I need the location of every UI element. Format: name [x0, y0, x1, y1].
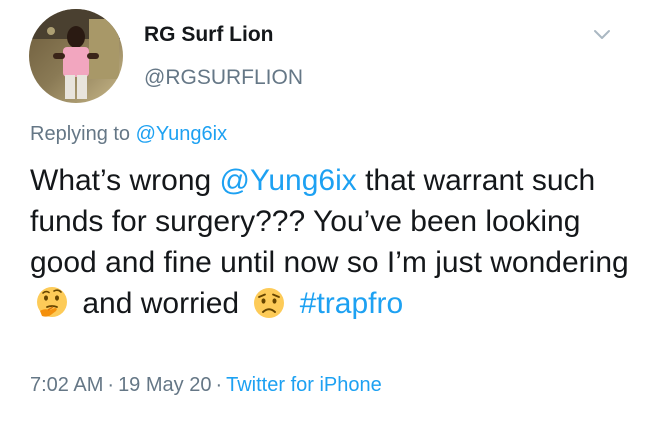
tweet-time[interactable]: 7:02 AM: [30, 374, 103, 396]
chevron-down-icon[interactable]: [590, 24, 614, 44]
tweet-text-part: [291, 287, 299, 320]
separator: ·: [215, 374, 223, 396]
avatar[interactable]: [29, 9, 123, 103]
replying-label: Replying to: [30, 123, 131, 145]
replying-to-link[interactable]: @Yung6ix: [136, 123, 227, 145]
user-handle[interactable]: @RGSURFLION: [144, 66, 303, 90]
display-name[interactable]: RG Surf Lion: [144, 23, 274, 47]
tweet-text: What’s wrong @Yung6ix that warrant such …: [30, 160, 630, 324]
profile-photo: [29, 9, 123, 103]
tweet-source-link[interactable]: Twitter for iPhone: [226, 374, 382, 396]
separator: ·: [107, 374, 115, 396]
tweet-text-part: What’s wrong: [30, 164, 220, 197]
tweet-date[interactable]: 19 May 20: [118, 374, 211, 396]
tweet-meta: 7:02 AM · 19 May 20 · Twitter for iPhone: [30, 374, 382, 397]
hashtag-link[interactable]: #trapfro: [300, 287, 403, 320]
mention-link[interactable]: @Yung6ix: [220, 164, 357, 197]
worried-face-emoji: [251, 285, 287, 321]
thinking-face-emoji: [34, 285, 70, 321]
replying-to: Replying to @Yung6ix: [30, 123, 227, 146]
tweet-text-part: and worried: [74, 287, 248, 320]
